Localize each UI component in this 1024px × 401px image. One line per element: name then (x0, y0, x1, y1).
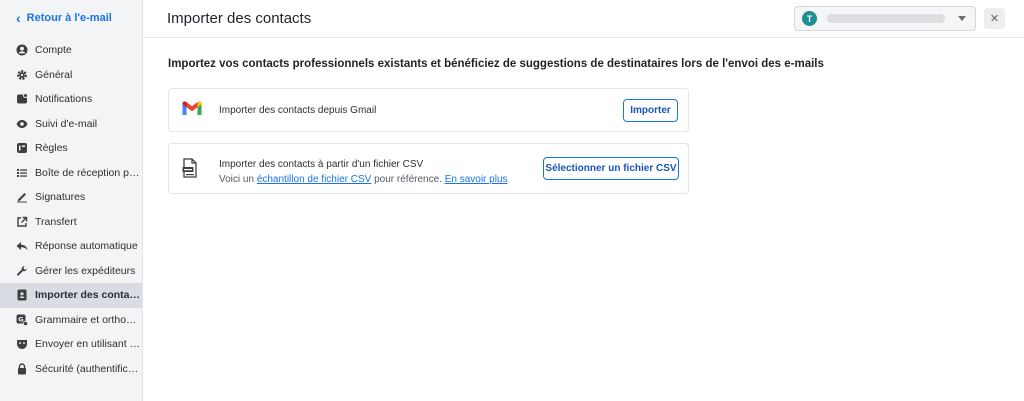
sidebar-item-grammar[interactable]: G Grammaire et orthogr... (0, 308, 142, 333)
csv-import-text: Importer des contacts à partir d'un fich… (219, 157, 508, 187)
csv-import-subtext: Voici un échantillon de fichier CSV pour… (219, 172, 508, 187)
sidebar-item-notifications[interactable]: Notifications (0, 87, 142, 112)
sidebar-item-priority-inbox[interactable]: Boîte de réception pri... (0, 161, 142, 186)
sidebar-item-regles[interactable]: Règles (0, 136, 142, 161)
sidebar-item-auto-reply[interactable]: Réponse automatique (0, 234, 142, 259)
select-csv-button[interactable]: Sélectionner un fichier CSV (543, 157, 679, 180)
account-circle-icon (16, 44, 28, 56)
svg-text:G: G (18, 315, 23, 323)
lock-icon (16, 363, 28, 375)
sidebar-item-label: Transfert (35, 215, 77, 228)
page-title: Importer des contacts (167, 10, 312, 27)
import-gmail-button[interactable]: Importer (623, 99, 678, 122)
close-icon: ✕ (989, 13, 1000, 25)
sidebar-item-label: Gérer les expéditeurs (35, 264, 136, 277)
gmail-import-card: Importer des contacts depuis Gmail Impor… (168, 88, 689, 132)
account-selector[interactable]: T (794, 6, 976, 31)
app: ‹ Retour à l'e-mail Compte Général Notif… (0, 0, 1024, 401)
sidebar-item-suivi[interactable]: Suivi d'e-mail (0, 112, 142, 137)
close-button[interactable]: ✕ (984, 8, 1005, 29)
sidebar-item-label: Grammaire et orthogr... (35, 313, 142, 326)
sidebar-item-send-as[interactable]: Envoyer en utilisant u... (0, 332, 142, 357)
sidebar-item-label: Suivi d'e-mail (35, 117, 98, 130)
sidebar-item-senders[interactable]: Gérer les expéditeurs (0, 259, 142, 284)
sidebar-item-label: Signatures (35, 191, 86, 204)
learn-more-link[interactable]: En savoir plus (445, 174, 508, 185)
sidebar-item-label: Sécurité (authentificati... (35, 362, 142, 375)
chevron-left-icon: ‹ (16, 10, 21, 26)
sidebar-item-label: Réponse automatique (35, 240, 138, 253)
main-content: Importer des contacts T ✕ Importez vos c… (143, 0, 1024, 401)
gmail-logo-icon (181, 100, 203, 122)
account-email-redacted (827, 14, 945, 23)
grammar-check-icon: G (16, 314, 28, 326)
sidebar-list: Compte Général Notifications Suivi d'e-m… (0, 38, 142, 381)
sidebar-item-general[interactable]: Général (0, 63, 142, 88)
rules-icon (16, 142, 28, 154)
csv-sub-middle: pour référence. (371, 174, 445, 185)
csv-file-icon (181, 158, 199, 183)
sample-csv-link[interactable]: échantillon de fichier CSV (257, 174, 372, 185)
sidebar-item-label: Envoyer en utilisant u... (35, 338, 142, 351)
sidebar-item-label: Importer des contacts (35, 289, 142, 302)
sidebar-item-import-contacts[interactable]: Importer des contacts (0, 283, 142, 308)
sidebar-item-transfert[interactable]: Transfert (0, 210, 142, 235)
gear-icon (16, 69, 28, 81)
gmail-import-label: Importer des contacts depuis Gmail (219, 105, 377, 116)
sidebar-item-signatures[interactable]: Signatures (0, 185, 142, 210)
notification-bell-icon (16, 93, 28, 105)
priority-inbox-icon (16, 167, 28, 179)
chevron-down-icon (958, 16, 966, 21)
csv-import-card: Importer des contacts à partir d'un fich… (168, 143, 689, 194)
contact-card-icon (16, 289, 28, 301)
sidebar-item-security[interactable]: Sécurité (authentificati... (0, 357, 142, 382)
avatar: T (802, 11, 817, 26)
reply-arrow-icon (16, 240, 28, 252)
csv-sub-prefix: Voici un (219, 174, 257, 185)
csv-import-label: Importer des contacts à partir d'un fich… (219, 159, 424, 170)
mask-icon (16, 338, 28, 350)
eye-icon (16, 118, 28, 130)
wrench-icon (16, 265, 28, 277)
section-heading: Importez vos contacts professionnels exi… (168, 58, 824, 70)
back-label: Retour à l'e-mail (26, 12, 112, 24)
signature-pen-icon (16, 191, 28, 203)
sidebar-item-label: Règles (35, 142, 68, 155)
sidebar-item-compte[interactable]: Compte (0, 38, 142, 63)
sidebar-item-label: Boîte de réception pri... (35, 166, 142, 179)
sidebar-item-label: Compte (35, 44, 72, 57)
sidebar-item-label: Notifications (35, 93, 93, 106)
settings-sidebar: ‹ Retour à l'e-mail Compte Général Notif… (0, 0, 143, 401)
sidebar-item-label: Général (35, 68, 73, 81)
back-to-email-link[interactable]: ‹ Retour à l'e-mail (0, 0, 142, 36)
forward-share-icon (16, 216, 28, 228)
